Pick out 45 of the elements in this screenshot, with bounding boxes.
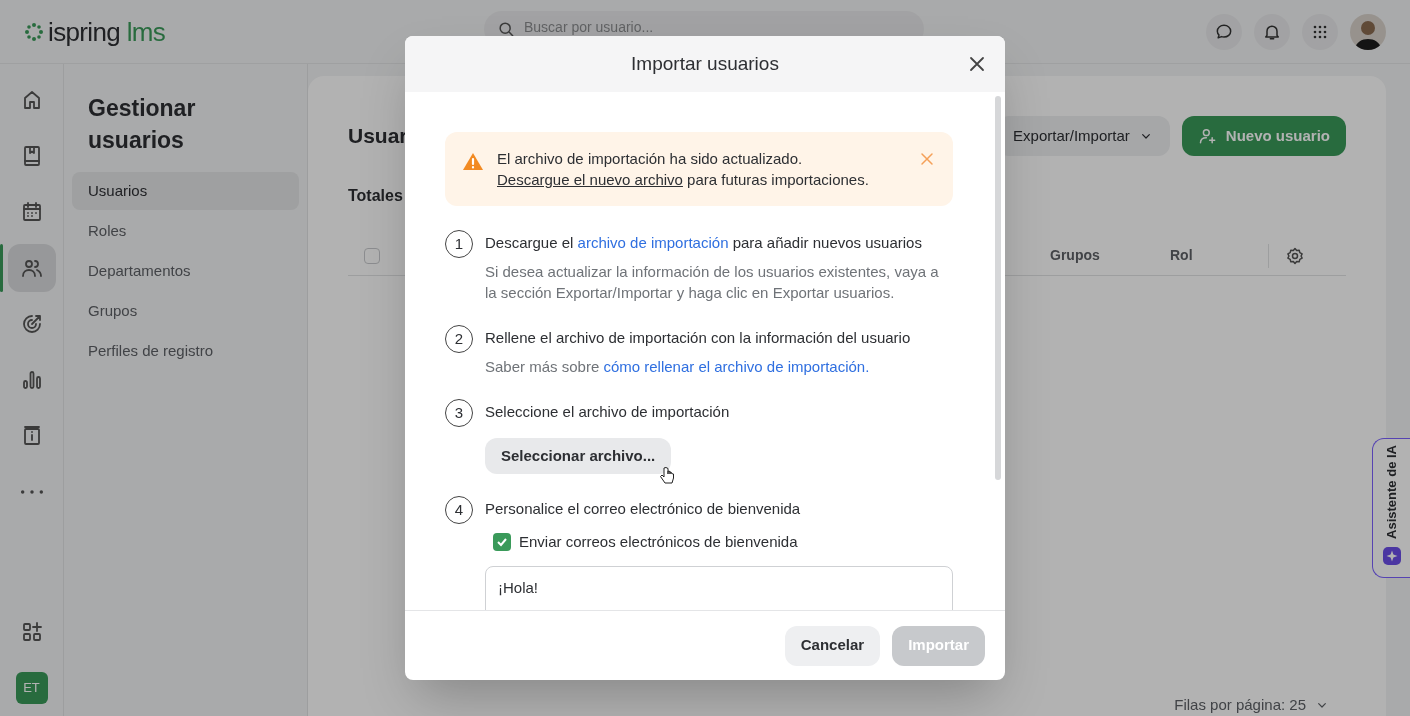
apps-grid-button[interactable] xyxy=(1302,13,1338,50)
add-user-icon xyxy=(1197,126,1218,146)
step-title: Personalice el correo electrónico de bienvenida xyxy=(485,499,802,519)
users-nav-button[interactable] xyxy=(7,244,56,292)
nav-item[interactable]: Departamentos xyxy=(72,252,299,290)
step-title: Rellene el archivo de importación con la información del usuario xyxy=(485,328,912,348)
more-icon xyxy=(19,489,44,495)
step-note: Saber más sobre cómo rellenar el archivo de importación. xyxy=(485,357,871,377)
nav-item[interactable]: Usuarios xyxy=(72,172,299,210)
alert-message: El archivo de importación ha sido actualizado. Descargue el nuevo archivo para futuras importaciones. xyxy=(497,149,870,190)
logo-icon xyxy=(24,21,44,42)
dialog-title: Importar usuarios xyxy=(631,51,779,76)
new-user-button[interactable]: Nuevo usuario xyxy=(1181,116,1346,156)
hand-cursor-icon xyxy=(659,466,676,486)
user-initials-avatar[interactable]: ET xyxy=(15,672,48,704)
step-title: Seleccione el archivo de importación xyxy=(485,402,731,422)
user-avatar[interactable] xyxy=(1350,13,1386,50)
select-all-checkbox[interactable] xyxy=(364,247,380,264)
page-title: Gestionar usuarios xyxy=(87,94,197,155)
checkbox[interactable] xyxy=(493,533,511,552)
import-file-link[interactable]: archivo de importación xyxy=(577,234,729,251)
totals-label: Totales xyxy=(348,186,403,206)
step-title: Descargue el archivo de importación para añadir nuevos usuarios xyxy=(485,233,923,253)
select-file-button[interactable]: Seleccionar archivo... xyxy=(485,438,672,474)
section-title: Usuar xyxy=(348,123,408,150)
active-indicator xyxy=(0,244,3,292)
step-note: Si desea actualizar la información de los usuarios existentes, vaya a la sección Exportar/Importar y haga clic en Exportar usuarios. xyxy=(485,262,940,303)
help-link[interactable]: cómo rellenar el archivo de importación. xyxy=(603,358,870,375)
chat-button[interactable] xyxy=(1206,13,1242,50)
checkbox-label[interactable]: Enviar correos electrónicos de bienvenida xyxy=(519,531,798,554)
nav-item[interactable]: Roles xyxy=(72,212,299,250)
column-header: Grupos xyxy=(1050,246,1101,265)
column-header: Rol xyxy=(1170,246,1194,265)
scrollbar-thumb[interactable] xyxy=(995,96,1001,480)
download-link[interactable]: Descargue el nuevo archivo xyxy=(497,171,683,188)
settings-icon[interactable] xyxy=(1285,245,1305,266)
cancel-button[interactable]: Cancelar xyxy=(784,625,881,666)
notification-bell-button[interactable] xyxy=(1254,13,1290,50)
nav-item[interactable]: Grupos xyxy=(72,292,299,330)
checkmark-icon xyxy=(496,536,508,549)
ai-assistant-tab[interactable]: Asistente de IA xyxy=(1372,438,1410,578)
rows-per-page-label: Filas por página: 25 xyxy=(1174,694,1306,715)
sparkle-icon xyxy=(1382,547,1401,565)
logo-text: ispring lms xyxy=(48,18,166,45)
nav-item[interactable]: Perfiles de registro xyxy=(72,332,299,370)
